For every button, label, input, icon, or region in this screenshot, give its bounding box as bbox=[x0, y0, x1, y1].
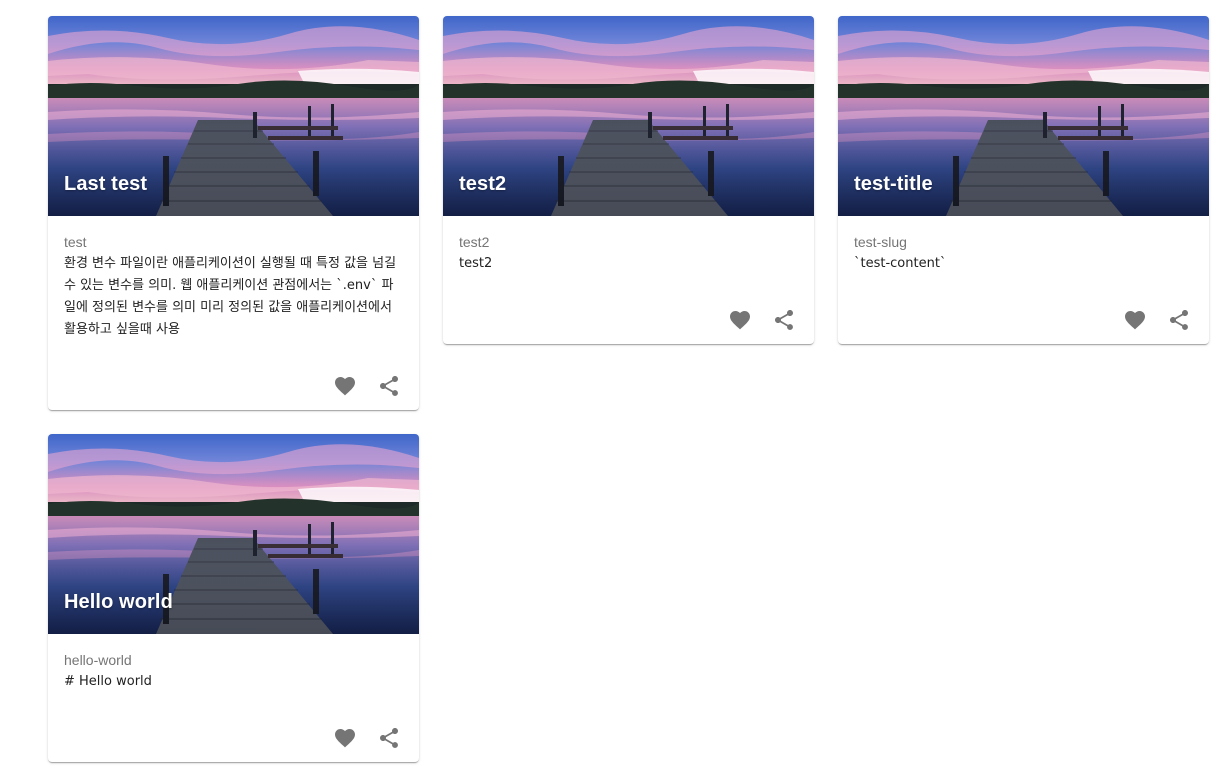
card-media: test2 bbox=[443, 16, 814, 216]
card-body: test2 test2 bbox=[443, 216, 814, 295]
card-media: Hello world bbox=[48, 434, 419, 634]
heart-icon bbox=[335, 377, 355, 396]
heart-icon bbox=[1125, 311, 1145, 330]
heart-icon bbox=[730, 311, 750, 330]
post-card[interactable]: test-title test-slug `test-content` bbox=[838, 16, 1209, 344]
share-button[interactable] bbox=[762, 298, 806, 342]
share-icon bbox=[775, 310, 793, 330]
card-content: # Hello world bbox=[64, 674, 152, 689]
card-subtitle: test bbox=[64, 234, 87, 250]
favorite-button[interactable] bbox=[718, 298, 762, 342]
card-actions bbox=[443, 295, 814, 344]
heart-icon bbox=[335, 729, 355, 748]
card-subtitle: test2 bbox=[459, 234, 490, 250]
card-title: test-title bbox=[854, 173, 933, 195]
share-button[interactable] bbox=[367, 364, 411, 408]
card-media: test-title bbox=[838, 16, 1209, 216]
post-card[interactable]: Last test test 환경 변수 파일이란 애플리케이션이 실행될 때 … bbox=[48, 16, 419, 410]
post-card[interactable]: test2 test2 test2 bbox=[443, 16, 814, 344]
card-body: hello-world # Hello world bbox=[48, 634, 419, 713]
card-actions bbox=[48, 361, 419, 410]
card-title: Last test bbox=[64, 173, 148, 195]
favorite-button[interactable] bbox=[1113, 298, 1157, 342]
card-content: `test-content` bbox=[854, 256, 947, 271]
card-actions bbox=[48, 713, 419, 762]
card-body: test 환경 변수 파일이란 애플리케이션이 실행될 때 특정 값을 넘길 수… bbox=[48, 216, 419, 361]
card-content: 환경 변수 파일이란 애플리케이션이 실행될 때 특정 값을 넘길 수 있는 변… bbox=[64, 256, 401, 337]
card-subtitle: test-slug bbox=[854, 234, 907, 250]
card-body: test-slug `test-content` bbox=[838, 216, 1209, 295]
card-title: Hello world bbox=[64, 591, 173, 613]
share-icon bbox=[380, 728, 398, 748]
card-actions bbox=[838, 295, 1209, 344]
card-media: Last test bbox=[48, 16, 419, 216]
card-subtitle: hello-world bbox=[64, 652, 132, 668]
card-content: test2 bbox=[459, 256, 493, 271]
share-icon bbox=[1170, 310, 1188, 330]
share-button[interactable] bbox=[367, 716, 411, 760]
favorite-button[interactable] bbox=[323, 716, 367, 760]
favorite-button[interactable] bbox=[323, 364, 367, 408]
share-button[interactable] bbox=[1157, 298, 1201, 342]
post-card[interactable]: Hello world hello-world # Hello world bbox=[48, 434, 419, 762]
card-title: test2 bbox=[459, 173, 507, 195]
share-icon bbox=[380, 376, 398, 396]
post-card-grid: Last test test 환경 변수 파일이란 애플리케이션이 실행될 때 … bbox=[0, 0, 1230, 767]
